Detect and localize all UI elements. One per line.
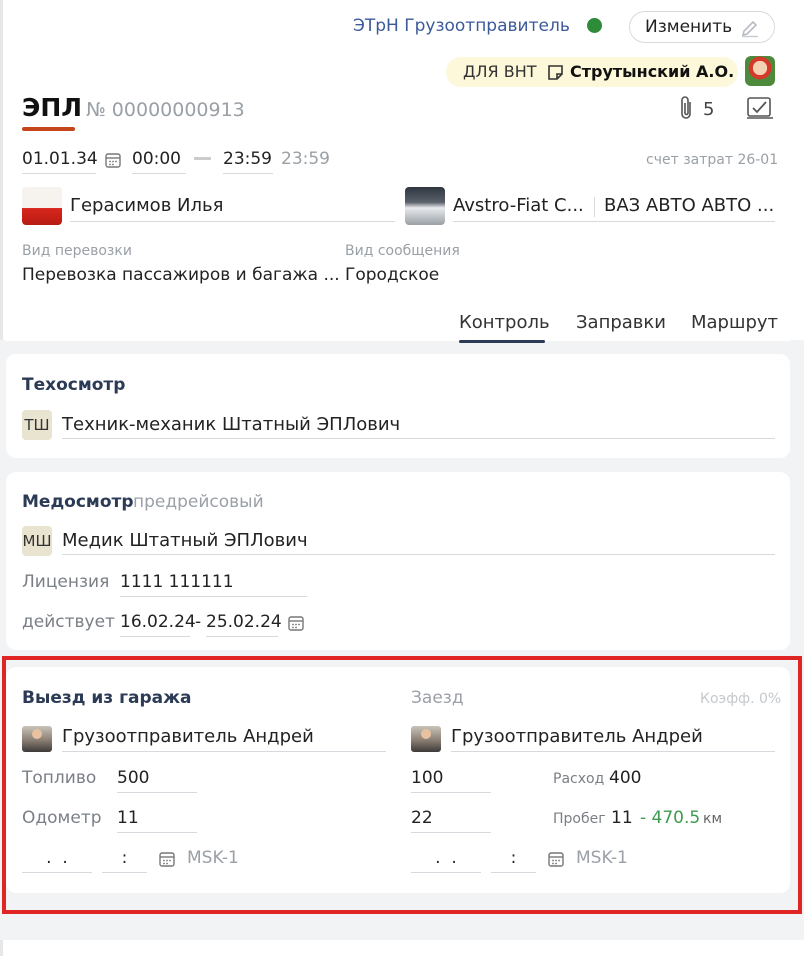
paperclip-icon[interactable] (677, 94, 695, 122)
shipper-link[interactable]: ЭТрН Грузоотправитель (353, 16, 570, 36)
med-initials: МШ (22, 532, 52, 550)
vehicle-model: Avstro-Fiat C... (453, 195, 584, 216)
consumption-label: Расход (553, 771, 605, 787)
arrival-date-field[interactable]: . . (411, 848, 481, 873)
med-inspection-subtitle: предрейсовый (133, 492, 264, 512)
vehicle-field[interactable]: Avstro-Fiat C... ВАЗ АВТО АВТО ... (453, 195, 775, 222)
valid-to-field[interactable]: 25.02.24 (206, 612, 282, 637)
tech-inspection-title: Техосмотр (22, 375, 126, 395)
edit-button-label: Изменить (645, 17, 733, 37)
arrival-coef: Коэфф. 0% (700, 691, 782, 707)
doc-number: № 00000000913 (86, 99, 245, 121)
arrival-timezone[interactable]: MSK-1 (576, 848, 628, 868)
time-to-hint: 23:59 (281, 149, 330, 169)
departure-odometer-field[interactable]: 11 (117, 808, 197, 833)
transport-type-label: Вид перевозки (22, 243, 132, 259)
arrival-odometer-field[interactable]: 22 (411, 808, 491, 833)
tech-inspection-card (6, 354, 790, 458)
departure-timezone[interactable]: MSK-1 (187, 848, 239, 868)
message-type-value[interactable]: Городское (345, 265, 439, 285)
departure-time-field[interactable]: : (102, 848, 147, 873)
vehicle-separator (594, 197, 595, 217)
tab-refueling[interactable]: Заправки (576, 312, 666, 333)
arrival-person-field[interactable]: Грузоотправитель Андрей (451, 726, 775, 752)
license-field[interactable]: 1111 111111 (120, 572, 307, 597)
departure-title: Выезд из гаража (22, 688, 192, 708)
med-person-name: Медик Штатный ЭПЛович (62, 530, 308, 551)
active-tab-indicator (459, 340, 545, 343)
edit-button[interactable]: Изменить (629, 11, 775, 43)
med-avatar: МШ (22, 526, 52, 556)
med-inspection-title: Медосмотр (22, 492, 134, 512)
time-to-field[interactable]: 23:59 (223, 149, 273, 174)
tech-person-name: Техник-механик Штатный ЭПЛович (62, 414, 401, 435)
departure-person-name: Грузоотправитель Андрей (62, 726, 314, 747)
med-person-field[interactable]: Медик Штатный ЭПЛович (62, 530, 775, 555)
calendar-icon[interactable] (104, 151, 122, 169)
tech-avatar: ТШ (22, 410, 52, 440)
departure-fuel-label: Топливо (22, 768, 97, 788)
tech-person-field[interactable]: Техник-механик Штатный ЭПЛович (62, 414, 775, 439)
mileage-label: Пробег (553, 811, 606, 827)
pencil-icon (741, 20, 758, 38)
vehicle-owner: ВАЗ АВТО АВТО ... (604, 195, 775, 216)
calendar-icon[interactable] (287, 614, 305, 632)
driver-avatar (22, 187, 62, 225)
arrival-person-photo (411, 726, 441, 752)
checklist-icon[interactable] (745, 95, 775, 121)
vehicle-photo (405, 187, 445, 225)
attachments-count: 5 (703, 99, 715, 120)
user-avatar[interactable] (745, 56, 775, 86)
date-field[interactable]: 01.01.34 (22, 149, 98, 174)
mileage-unit: км (703, 811, 723, 827)
driver-field[interactable]: Герасимов Илья (70, 195, 395, 222)
valid-range-separator: - (195, 612, 202, 632)
arrival-title: Заезд (411, 688, 464, 708)
departure-person-photo (22, 726, 52, 752)
calendar-icon[interactable] (547, 850, 565, 868)
status-dot (587, 18, 602, 33)
doc-type: ЭПЛ (22, 93, 83, 122)
vnt-badge[interactable]: ДЛЯ ВНТ Струтынский А.О. (446, 57, 738, 87)
tab-route[interactable]: Маршрут (691, 312, 778, 333)
mileage-extra: - 470.5 (640, 808, 701, 828)
calendar-icon[interactable] (158, 850, 176, 868)
valid-label: действует (22, 612, 115, 632)
time-from-field[interactable]: 00:00 (132, 149, 186, 174)
departure-date-field[interactable]: . . (22, 848, 92, 873)
valid-from-field[interactable]: 16.02.24 (120, 612, 196, 637)
consumption-value: 400 (609, 768, 642, 788)
arrival-time-field[interactable]: : (491, 848, 536, 873)
mileage-value: 11 (611, 808, 633, 828)
vnt-prefix: ДЛЯ ВНТ (463, 62, 537, 81)
driver-name: Герасимов Илья (70, 195, 224, 216)
departure-odometer-label: Одометр (22, 808, 102, 828)
departure-fuel-field[interactable]: 500 (117, 768, 197, 793)
time-range-dash (194, 157, 211, 160)
note-icon (548, 65, 563, 80)
license-label: Лицензия (22, 572, 110, 592)
tech-initials: ТШ (24, 416, 50, 434)
arrival-fuel-field[interactable]: 100 (411, 768, 491, 793)
message-type-label: Вид сообщения (345, 243, 460, 259)
tab-control[interactable]: Контроль (459, 312, 550, 333)
cost-account: счет затрат 26-01 (646, 152, 779, 168)
arrival-person-name: Грузоотправитель Андрей (451, 726, 703, 747)
transport-type-value[interactable]: Перевозка пассажиров и багажа ... (22, 265, 340, 285)
vnt-person: Струтынский А.О. (570, 62, 735, 81)
departure-person-field[interactable]: Грузоотправитель Андрей (62, 726, 386, 752)
